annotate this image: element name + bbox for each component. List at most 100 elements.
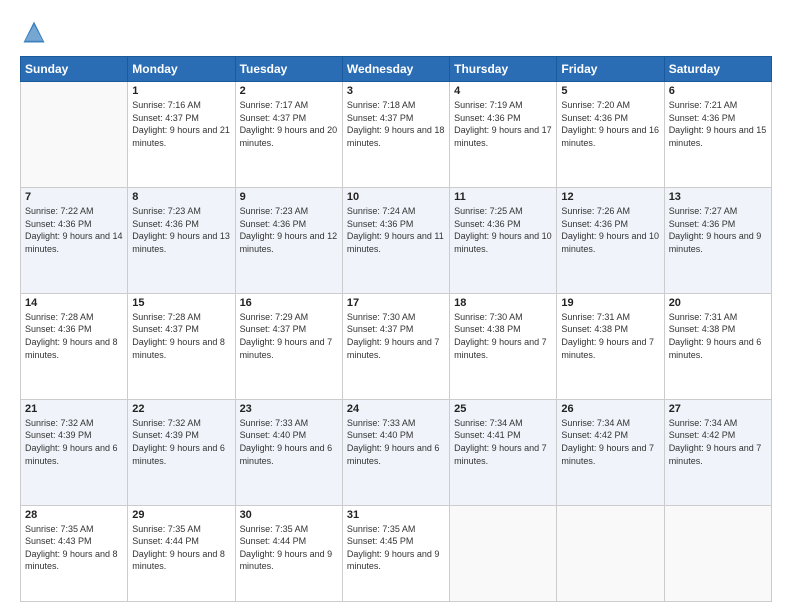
page: SundayMondayTuesdayWednesdayThursdayFrid… — [0, 0, 792, 612]
day-number: 13 — [669, 191, 767, 203]
day-info: Sunrise: 7:35 AMSunset: 4:44 PMDaylight:… — [132, 523, 230, 573]
day-info: Sunrise: 7:32 AMSunset: 4:39 PMDaylight:… — [132, 417, 230, 467]
day-number: 3 — [347, 85, 445, 97]
logo — [20, 18, 52, 46]
calendar-week-row: 7 Sunrise: 7:22 AMSunset: 4:36 PMDaylight… — [21, 187, 772, 293]
header — [20, 18, 772, 46]
day-number: 6 — [669, 85, 767, 97]
day-info: Sunrise: 7:23 AMSunset: 4:36 PMDaylight:… — [132, 205, 230, 255]
day-number: 7 — [25, 191, 123, 203]
calendar-cell: 19 Sunrise: 7:31 AMSunset: 4:38 PMDayligh… — [557, 293, 664, 399]
day-info: Sunrise: 7:24 AMSunset: 4:36 PMDaylight:… — [347, 205, 445, 255]
day-number: 27 — [669, 403, 767, 415]
day-info: Sunrise: 7:29 AMSunset: 4:37 PMDaylight:… — [240, 311, 338, 361]
day-info: Sunrise: 7:30 AMSunset: 4:38 PMDaylight:… — [454, 311, 552, 361]
day-info: Sunrise: 7:28 AMSunset: 4:37 PMDaylight:… — [132, 311, 230, 361]
calendar-cell — [557, 505, 664, 601]
day-info: Sunrise: 7:32 AMSunset: 4:39 PMDaylight:… — [25, 417, 123, 467]
day-header-sunday: Sunday — [21, 57, 128, 82]
calendar-cell: 27 Sunrise: 7:34 AMSunset: 4:42 PMDayligh… — [664, 399, 771, 505]
day-number: 19 — [561, 297, 659, 309]
day-info: Sunrise: 7:33 AMSunset: 4:40 PMDaylight:… — [240, 417, 338, 467]
day-info: Sunrise: 7:35 AMSunset: 4:44 PMDaylight:… — [240, 523, 338, 573]
calendar-cell: 25Sunrise: 7:34 AMSunset: 4:41 PMDayligh… — [450, 399, 557, 505]
calendar-table: SundayMondayTuesdayWednesdayThursdayFrid… — [20, 56, 772, 602]
calendar-cell: 1Sunrise: 7:16 AMSunset: 4:37 PMDaylight… — [128, 82, 235, 188]
day-info: Sunrise: 7:17 AMSunset: 4:37 PMDaylight:… — [240, 99, 338, 149]
day-number: 21 — [25, 403, 123, 415]
day-info: Sunrise: 7:34 AMSunset: 4:42 PMDaylight:… — [669, 417, 767, 467]
day-info: Sunrise: 7:33 AMSunset: 4:40 PMDaylight:… — [347, 417, 445, 467]
calendar-cell: 3 Sunrise: 7:18 AMSunset: 4:37 PMDaylight… — [342, 82, 449, 188]
day-number: 2 — [240, 85, 338, 97]
calendar-cell: 11Sunrise: 7:25 AMSunset: 4:36 PMDayligh… — [450, 187, 557, 293]
calendar-cell: 7 Sunrise: 7:22 AMSunset: 4:36 PMDaylight… — [21, 187, 128, 293]
day-info: Sunrise: 7:28 AMSunset: 4:36 PMDaylight:… — [25, 311, 123, 361]
day-info: Sunrise: 7:21 AMSunset: 4:36 PMDaylight:… — [669, 99, 767, 149]
calendar-week-row: 14 Sunrise: 7:28 AMSunset: 4:36 PMDayligh… — [21, 293, 772, 399]
day-info: Sunrise: 7:35 AMSunset: 4:45 PMDaylight:… — [347, 523, 445, 573]
calendar-cell: 22Sunrise: 7:32 AMSunset: 4:39 PMDayligh… — [128, 399, 235, 505]
day-number: 9 — [240, 191, 338, 203]
calendar-cell: 10 Sunrise: 7:24 AMSunset: 4:36 PMDayligh… — [342, 187, 449, 293]
day-info: Sunrise: 7:22 AMSunset: 4:36 PMDaylight:… — [25, 205, 123, 255]
calendar-cell: 29 Sunrise: 7:35 AMSunset: 4:44 PMDayligh… — [128, 505, 235, 601]
day-info: Sunrise: 7:16 AMSunset: 4:37 PMDaylight:… — [132, 99, 230, 149]
day-number: 26 — [561, 403, 659, 415]
calendar-cell: 18 Sunrise: 7:30 AMSunset: 4:38 PMDayligh… — [450, 293, 557, 399]
day-info: Sunrise: 7:20 AMSunset: 4:36 PMDaylight:… — [561, 99, 659, 149]
day-number: 5 — [561, 85, 659, 97]
calendar-cell: 28Sunrise: 7:35 AMSunset: 4:43 PMDayligh… — [21, 505, 128, 601]
day-info: Sunrise: 7:31 AMSunset: 4:38 PMDaylight:… — [669, 311, 767, 361]
day-header-thursday: Thursday — [450, 57, 557, 82]
calendar-cell: 13 Sunrise: 7:27 AMSunset: 4:36 PMDayligh… — [664, 187, 771, 293]
calendar-cell — [21, 82, 128, 188]
calendar-cell: 15 Sunrise: 7:28 AMSunset: 4:37 PMDayligh… — [128, 293, 235, 399]
day-info: Sunrise: 7:34 AMSunset: 4:42 PMDaylight:… — [561, 417, 659, 467]
day-info: Sunrise: 7:23 AMSunset: 4:36 PMDaylight:… — [240, 205, 338, 255]
calendar-cell: 12 Sunrise: 7:26 AMSunset: 4:36 PMDayligh… — [557, 187, 664, 293]
calendar-cell: 16 Sunrise: 7:29 AMSunset: 4:37 PMDayligh… — [235, 293, 342, 399]
calendar-cell: 26 Sunrise: 7:34 AMSunset: 4:42 PMDayligh… — [557, 399, 664, 505]
day-header-tuesday: Tuesday — [235, 57, 342, 82]
calendar-cell: 20Sunrise: 7:31 AMSunset: 4:38 PMDayligh… — [664, 293, 771, 399]
day-info: Sunrise: 7:26 AMSunset: 4:36 PMDaylight:… — [561, 205, 659, 255]
calendar-cell: 5 Sunrise: 7:20 AMSunset: 4:36 PMDaylight… — [557, 82, 664, 188]
day-info: Sunrise: 7:30 AMSunset: 4:37 PMDaylight:… — [347, 311, 445, 361]
day-number: 18 — [454, 297, 552, 309]
calendar-cell — [664, 505, 771, 601]
day-number: 31 — [347, 509, 445, 521]
calendar-cell: 6 Sunrise: 7:21 AMSunset: 4:36 PMDaylight… — [664, 82, 771, 188]
calendar-cell: 21 Sunrise: 7:32 AMSunset: 4:39 PMDayligh… — [21, 399, 128, 505]
day-number: 23 — [240, 403, 338, 415]
day-number: 14 — [25, 297, 123, 309]
day-number: 16 — [240, 297, 338, 309]
day-number: 24 — [347, 403, 445, 415]
day-number: 4 — [454, 85, 552, 97]
calendar-cell — [450, 505, 557, 601]
day-header-saturday: Saturday — [664, 57, 771, 82]
calendar-cell: 9 Sunrise: 7:23 AMSunset: 4:36 PMDaylight… — [235, 187, 342, 293]
calendar-week-row: 1Sunrise: 7:16 AMSunset: 4:37 PMDaylight… — [21, 82, 772, 188]
calendar-cell: 14 Sunrise: 7:28 AMSunset: 4:36 PMDayligh… — [21, 293, 128, 399]
day-number: 17 — [347, 297, 445, 309]
logo-icon — [20, 18, 48, 46]
day-info: Sunrise: 7:25 AMSunset: 4:36 PMDaylight:… — [454, 205, 552, 255]
day-number: 29 — [132, 509, 230, 521]
calendar-week-row: 21 Sunrise: 7:32 AMSunset: 4:39 PMDayligh… — [21, 399, 772, 505]
day-number: 25 — [454, 403, 552, 415]
day-header-monday: Monday — [128, 57, 235, 82]
day-info: Sunrise: 7:31 AMSunset: 4:38 PMDaylight:… — [561, 311, 659, 361]
day-number: 12 — [561, 191, 659, 203]
day-info: Sunrise: 7:18 AMSunset: 4:37 PMDaylight:… — [347, 99, 445, 149]
day-header-friday: Friday — [557, 57, 664, 82]
day-info: Sunrise: 7:27 AMSunset: 4:36 PMDaylight:… — [669, 205, 767, 255]
calendar-cell: 8Sunrise: 7:23 AMSunset: 4:36 PMDaylight… — [128, 187, 235, 293]
calendar-cell: 31 Sunrise: 7:35 AMSunset: 4:45 PMDayligh… — [342, 505, 449, 601]
calendar-cell: 23 Sunrise: 7:33 AMSunset: 4:40 PMDayligh… — [235, 399, 342, 505]
calendar-cell: 30Sunrise: 7:35 AMSunset: 4:44 PMDayligh… — [235, 505, 342, 601]
day-number: 15 — [132, 297, 230, 309]
day-info: Sunrise: 7:19 AMSunset: 4:36 PMDaylight:… — [454, 99, 552, 149]
calendar-cell: 24 Sunrise: 7:33 AMSunset: 4:40 PMDayligh… — [342, 399, 449, 505]
day-number: 10 — [347, 191, 445, 203]
